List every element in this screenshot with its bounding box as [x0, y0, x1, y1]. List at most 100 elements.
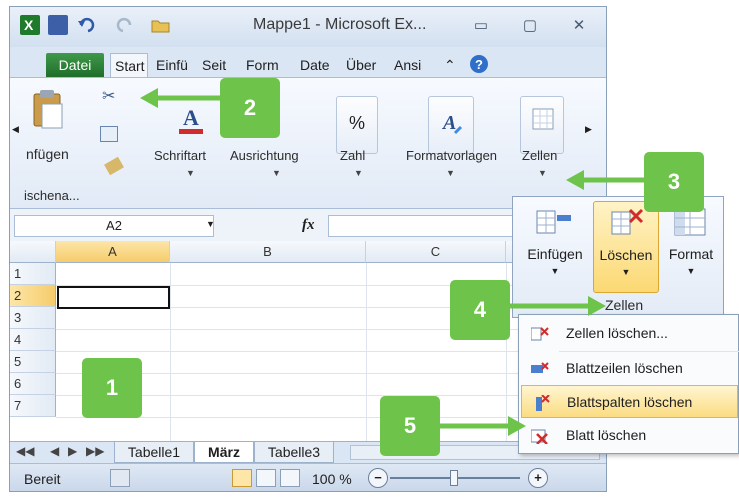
last-sheet-icon[interactable]: ▶▶: [86, 444, 104, 458]
row-header-4[interactable]: 4: [10, 329, 56, 351]
format-dropdown-icon: ▼: [686, 266, 696, 276]
open-folder-icon[interactable]: [150, 15, 170, 35]
next-sheet-icon[interactable]: ▶: [68, 444, 77, 458]
tab-data[interactable]: Date: [300, 53, 340, 77]
grid-line: [366, 263, 367, 441]
menu-item-delete-columns[interactable]: Blattspalten löschen: [521, 385, 738, 418]
cells-dropdown-icon[interactable]: ▼: [538, 168, 547, 178]
first-sheet-icon[interactable]: ◀◀: [16, 444, 34, 458]
percent-icon: %: [348, 113, 365, 133]
delete-dropdown-icon: ▼: [621, 267, 631, 277]
row-header-3[interactable]: 3: [10, 307, 56, 329]
cells-group-expanded: Einfügen ▼ Löschen ▼ Format ▼ Zellen: [512, 196, 724, 318]
ribbon: ◀ nfügen ischena... ✂ A Schriftart ▼ Aus…: [10, 77, 606, 209]
font-button[interactable]: A: [158, 96, 222, 154]
delete-rows-icon: [531, 362, 549, 373]
ribbon-tabs: Datei Start Einfü Seit Form Date Über An…: [10, 47, 606, 77]
cells-button[interactable]: [520, 96, 564, 154]
active-cell-a2[interactable]: [57, 286, 170, 309]
sheet-tab-maerz[interactable]: März: [194, 442, 254, 463]
tab-insert[interactable]: Einfü: [156, 53, 194, 77]
menu-item-label: Blattspalten löschen: [567, 394, 693, 410]
normal-view-icon[interactable]: [232, 469, 252, 487]
prev-sheet-icon[interactable]: ◀: [50, 444, 59, 458]
format-cells-label: Format: [668, 246, 714, 262]
tab-view[interactable]: Ansi: [394, 53, 434, 77]
delete-cells-button[interactable]: Löschen ▼: [593, 201, 659, 293]
clipboard-group-label: ischena...: [24, 188, 80, 203]
tab-review[interactable]: Über: [346, 53, 386, 77]
status-bar: Bereit 100 % − +: [10, 463, 606, 491]
zoom-in-icon[interactable]: +: [528, 468, 548, 488]
ribbon-scroll-left-icon[interactable]: ◀: [12, 124, 19, 135]
tab-file[interactable]: Datei: [46, 53, 104, 77]
sheet-tab-tabelle1[interactable]: Tabelle1: [114, 442, 194, 463]
insert-cells-label: Einfügen: [527, 246, 583, 262]
redo-icon[interactable]: [114, 15, 134, 35]
row-header-2[interactable]: 2: [10, 285, 56, 307]
zoom-slider-thumb[interactable]: [450, 470, 458, 486]
paste-button-label[interactable]: nfügen: [26, 146, 69, 162]
help-icon[interactable]: ?: [468, 53, 490, 77]
close-button[interactable]: ✕: [566, 16, 592, 36]
macro-record-icon[interactable]: [110, 469, 130, 487]
styles-group-label: Formatvorlagen: [406, 148, 498, 163]
save-icon[interactable]: [48, 15, 68, 35]
tab-formulas[interactable]: Form: [246, 53, 286, 77]
number-dropdown-icon[interactable]: ▼: [354, 168, 363, 178]
column-header-c[interactable]: C: [366, 241, 506, 263]
row-header-1[interactable]: 1: [10, 263, 56, 285]
font-group-label: Schriftart: [154, 148, 207, 163]
sheet-tab-tabelle3[interactable]: Tabelle3: [254, 442, 334, 463]
styles-dropdown-icon[interactable]: ▼: [446, 168, 455, 178]
zoom-out-icon[interactable]: −: [368, 468, 388, 488]
window-title: Mappe1 - Microsoft Ex...: [253, 16, 427, 33]
row-header-6[interactable]: 6: [10, 373, 56, 395]
callout-1: 1: [82, 358, 142, 418]
menu-item-delete-rows[interactable]: Blattzeilen löschen: [521, 352, 738, 385]
alignment-group-label[interactable]: Ausrichtung: [230, 148, 299, 163]
insert-cells-button[interactable]: Einfügen ▼: [517, 201, 593, 293]
svg-text:?: ?: [475, 57, 483, 72]
name-box[interactable]: A2: [14, 215, 214, 237]
page-break-view-icon[interactable]: [280, 469, 300, 487]
undo-icon[interactable]: [76, 15, 96, 35]
copy-icon[interactable]: [100, 126, 118, 142]
menu-item-delete-sheet[interactable]: Blatt löschen: [521, 419, 738, 452]
menu-item-label: Blatt löschen: [566, 427, 647, 443]
menu-item-delete-cells[interactable]: Zellen löschen...: [521, 317, 738, 350]
delete-cells-label: Löschen: [599, 247, 653, 263]
number-group-label: Zahl: [340, 148, 366, 163]
select-all-corner[interactable]: [10, 241, 56, 263]
format-cells-button[interactable]: Format ▼: [661, 201, 721, 293]
column-header-a[interactable]: A: [56, 241, 170, 263]
tab-page-layout[interactable]: Seit: [202, 53, 236, 77]
delete-cells-menu-icon: [531, 327, 549, 341]
title-bar: X Mappe1 - Microsoft Ex... ▭ ▢ ✕: [10, 7, 606, 47]
excel-logo-icon: X: [20, 15, 40, 35]
row-header-5[interactable]: 5: [10, 351, 56, 373]
cut-icon[interactable]: ✂: [102, 86, 115, 106]
tab-start[interactable]: Start: [110, 53, 148, 77]
alignment-dropdown-icon[interactable]: ▼: [272, 168, 281, 178]
cells-panel-group-label: Zellen: [605, 297, 644, 313]
minimize-button[interactable]: ▭: [468, 16, 494, 36]
grid-line: [170, 263, 171, 441]
format-painter-icon[interactable]: [104, 156, 124, 176]
column-header-b[interactable]: B: [170, 241, 366, 263]
row-header-7[interactable]: 7: [10, 395, 56, 417]
svg-text:A: A: [441, 112, 456, 134]
minimize-ribbon-icon[interactable]: ⌃: [444, 53, 462, 77]
maximize-button[interactable]: ▢: [517, 16, 543, 36]
fx-icon[interactable]: fx: [302, 217, 315, 234]
zoom-level[interactable]: 100 %: [312, 471, 352, 487]
number-button[interactable]: %: [336, 96, 378, 154]
name-box-dropdown-icon[interactable]: ▼: [206, 219, 215, 229]
status-ready: Bereit: [24, 471, 61, 487]
sheet-tab-bar: ◀◀ ◀ ▶ ▶▶ Tabelle1 März Tabelle3: [10, 441, 606, 463]
paste-icon[interactable]: [30, 90, 66, 130]
font-dropdown-icon[interactable]: ▼: [186, 168, 195, 178]
ribbon-scroll-right-icon[interactable]: ▶: [585, 124, 592, 135]
page-layout-view-icon[interactable]: [256, 469, 276, 487]
styles-button[interactable]: A: [428, 96, 474, 154]
